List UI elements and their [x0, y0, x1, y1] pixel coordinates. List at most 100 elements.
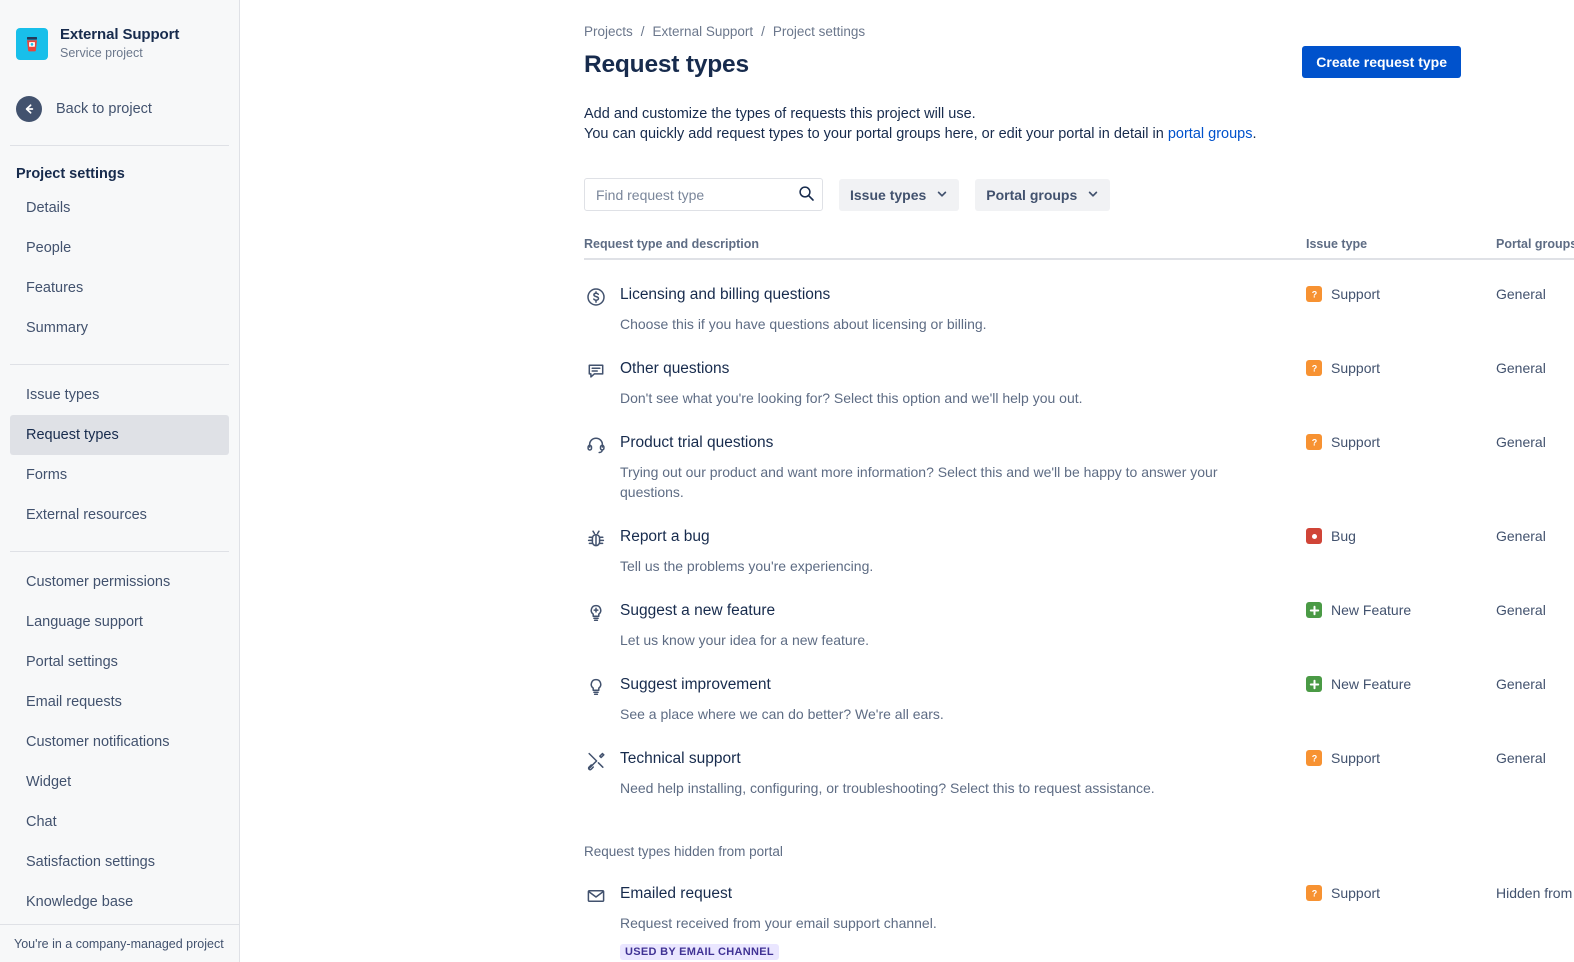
- request-type-title[interactable]: Technical support: [620, 749, 1155, 769]
- page-description: Add and customize the types of requests …: [584, 104, 1482, 144]
- sidebar-item-customer-notifications[interactable]: Customer notifications: [10, 722, 229, 762]
- portal-groups-link[interactable]: portal groups: [1168, 126, 1253, 142]
- table-row[interactable]: Emailed requestRequest received from you…: [584, 859, 1574, 960]
- app-root: External Support Service project Back to…: [0, 0, 1574, 962]
- main-content: Create request type Projects / External …: [240, 0, 1574, 962]
- row-main-cell: Suggest improvementSee a place where we …: [584, 675, 1306, 724]
- table-row[interactable]: Product trial questionsTrying out our pr…: [584, 408, 1574, 502]
- issue-type-cell: ? Support: [1306, 433, 1496, 450]
- row-text-group: Licensing and billing questionsChoose th…: [620, 285, 987, 334]
- issue-type-label: Bug: [1331, 528, 1356, 544]
- question-mark-icon: ?: [1306, 750, 1322, 766]
- row-text-group: Other questions Don't see what you're loo…: [620, 359, 1083, 408]
- table-row[interactable]: Other questions Don't see what you're loo…: [584, 334, 1574, 408]
- lightbulb-icon: [584, 675, 608, 724]
- sidebar-item-people[interactable]: People: [10, 228, 229, 268]
- request-type-description: Don't see what you're looking for? Selec…: [620, 388, 1083, 408]
- search-icon[interactable]: [797, 185, 815, 203]
- row-main-cell: Other questions Don't see what you're loo…: [584, 359, 1306, 408]
- breadcrumb-projects[interactable]: Projects: [584, 24, 633, 39]
- table-row[interactable]: Suggest improvementSee a place where we …: [584, 650, 1574, 724]
- sidebar-section-title: Project settings: [0, 166, 239, 182]
- breadcrumb-project-settings[interactable]: Project settings: [773, 24, 865, 39]
- sidebar-item-details[interactable]: Details: [10, 188, 229, 228]
- request-type-description: Tell us the problems you're experiencing…: [620, 556, 873, 576]
- sidebar-item-language-support[interactable]: Language support: [10, 602, 229, 642]
- svg-text:?: ?: [1311, 888, 1317, 898]
- sidebar-group-general: Details People Features Summary: [0, 188, 239, 348]
- issue-type-label: Support: [1331, 434, 1380, 450]
- issue-type-cell: ? Support: [1306, 359, 1496, 376]
- row-main-cell: Technical support Need help installing, c…: [584, 749, 1306, 798]
- chevron-down-icon: [1087, 187, 1099, 203]
- sidebar-item-features[interactable]: Features: [10, 268, 229, 308]
- request-type-description: Need help installing, configuring, or tr…: [620, 778, 1155, 798]
- request-type-title[interactable]: Emailed request: [620, 884, 937, 904]
- sidebar-item-issue-types[interactable]: Issue types: [10, 375, 229, 415]
- request-type-title[interactable]: Other questions: [620, 359, 1083, 379]
- sidebar-item-email-requests[interactable]: Email requests: [10, 682, 229, 722]
- project-subtitle: Service project: [60, 45, 179, 61]
- breadcrumb-external-support[interactable]: External Support: [653, 24, 754, 39]
- column-header-request-type: Request type and description: [584, 237, 1306, 251]
- issue-type-label: Support: [1331, 885, 1380, 901]
- sidebar-item-knowledge-base[interactable]: Knowledge base: [10, 882, 229, 922]
- search-input[interactable]: [584, 178, 823, 211]
- bug-icon: [584, 527, 608, 576]
- portal-group-cell: General: [1496, 359, 1574, 376]
- request-type-title[interactable]: Product trial questions: [620, 433, 1260, 453]
- table-row[interactable]: Technical support Need help installing, c…: [584, 724, 1574, 798]
- sidebar-item-external-resources[interactable]: External resources: [10, 495, 229, 535]
- row-text-group: Technical support Need help installing, c…: [620, 749, 1155, 798]
- request-type-title[interactable]: Report a bug: [620, 527, 873, 547]
- table-row[interactable]: Suggest a new feature Let us know your id…: [584, 576, 1574, 650]
- issue-type-label: Support: [1331, 360, 1380, 376]
- breadcrumb: Projects / External Support / Project se…: [584, 22, 1482, 40]
- issue-type-label: Support: [1331, 286, 1380, 302]
- tools-icon: [584, 749, 608, 798]
- sidebar-divider-top: [10, 145, 229, 146]
- column-header-portal-groups: Portal groups: [1496, 237, 1574, 251]
- back-to-project-button[interactable]: Back to project: [0, 89, 239, 129]
- lightbulb-plus-icon: [584, 601, 608, 650]
- plus-icon: [1306, 676, 1322, 692]
- sidebar-item-widget[interactable]: Widget: [10, 762, 229, 802]
- table-body-hidden: Emailed requestRequest received from you…: [584, 859, 1574, 960]
- request-type-title[interactable]: Suggest improvement: [620, 675, 944, 695]
- sidebar-item-customer-permissions[interactable]: Customer permissions: [10, 562, 229, 602]
- question-mark-icon: ?: [1306, 885, 1322, 901]
- svg-text:?: ?: [1311, 363, 1317, 373]
- issue-types-filter-button[interactable]: Issue types: [839, 179, 959, 211]
- issue-type-label: New Feature: [1331, 602, 1411, 618]
- bug-dot-icon: [1306, 528, 1322, 544]
- sidebar-item-satisfaction-settings[interactable]: Satisfaction settings: [10, 842, 229, 882]
- sidebar-item-forms[interactable]: Forms: [10, 455, 229, 495]
- sidebar-item-portal-settings[interactable]: Portal settings: [10, 642, 229, 682]
- filters-toolbar: Issue types Portal groups: [584, 178, 1482, 211]
- dollar-circle-icon: [584, 285, 608, 334]
- table-row[interactable]: Report a bug Tell us the problems you're …: [584, 502, 1574, 576]
- row-text-group: Suggest a new feature Let us know your id…: [620, 601, 869, 650]
- row-main-cell: Emailed requestRequest received from you…: [584, 884, 1306, 960]
- table-row[interactable]: Licensing and billing questionsChoose th…: [584, 260, 1574, 334]
- breadcrumb-separator-2: /: [761, 24, 765, 39]
- issue-type-label: New Feature: [1331, 676, 1411, 692]
- portal-group-cell: Hidden from portal: [1496, 884, 1574, 901]
- project-header[interactable]: External Support Service project: [0, 22, 239, 61]
- sidebar-group-types: Issue types Request types Forms External…: [0, 375, 239, 535]
- hidden-section-label: Request types hidden from portal: [584, 844, 1574, 859]
- row-text-group: Report a bug Tell us the problems you're …: [620, 527, 873, 576]
- sidebar-item-chat[interactable]: Chat: [10, 802, 229, 842]
- create-request-type-button[interactable]: Create request type: [1302, 46, 1461, 78]
- request-type-description: Let us know your idea for a new feature.: [620, 630, 869, 650]
- project-settings-sidebar: External Support Service project Back to…: [0, 0, 240, 962]
- envelope-icon: [584, 884, 608, 960]
- sidebar-item-summary[interactable]: Summary: [10, 308, 229, 348]
- request-type-title[interactable]: Licensing and billing questions: [620, 285, 987, 305]
- back-to-project-label: Back to project: [56, 101, 152, 117]
- request-type-title[interactable]: Suggest a new feature: [620, 601, 869, 621]
- portal-groups-filter-button[interactable]: Portal groups: [975, 179, 1110, 211]
- sidebar-item-request-types[interactable]: Request types: [10, 415, 229, 455]
- intro-line-2-period: .: [1252, 126, 1256, 142]
- question-mark-icon: ?: [1306, 434, 1322, 450]
